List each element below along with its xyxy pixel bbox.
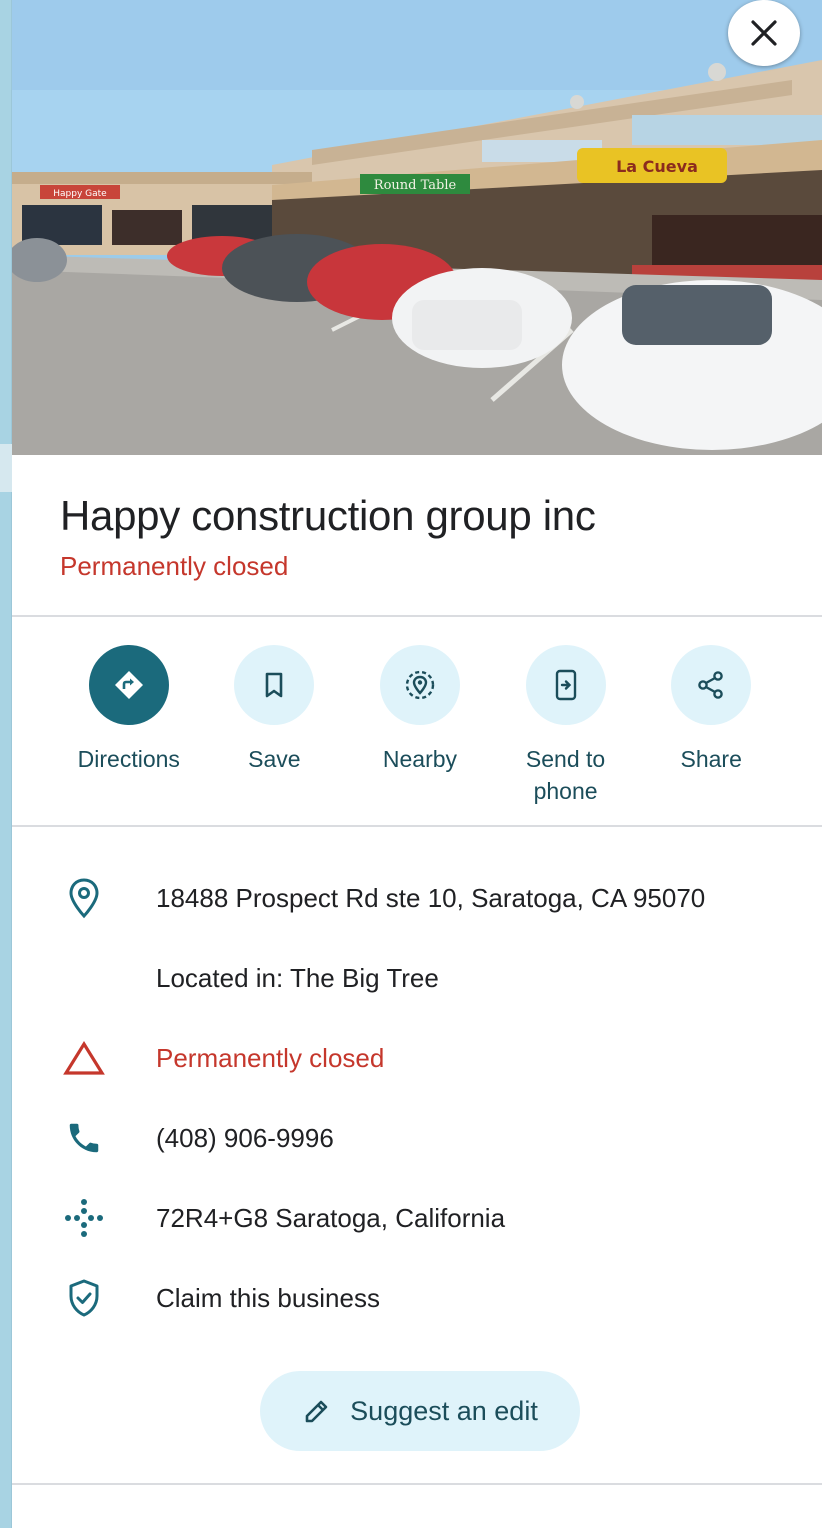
info-list: 18488 Prospect Rd ste 10, Saratoga, CA 9… [12,858,822,1338]
divider [12,825,822,827]
sign-happy-gate: Happy Gate [53,189,107,199]
place-panel: Happy Gate Round Table La Cueva Happy co… [12,0,822,1528]
divider [12,1483,822,1485]
action-bar: Directions Save Nearby Send to phone Sha… [12,645,822,807]
bookmark-icon [266,672,283,698]
send-to-phone-label: Send to phone [525,746,606,804]
close-button[interactable] [728,0,800,66]
closed-status: Permanently closed [60,551,289,581]
plus-code-icon [60,1194,108,1242]
directions-label: Directions [77,746,180,772]
closed-text: Permanently closed [156,1042,385,1073]
pencil-icon [305,1400,328,1423]
share-button[interactable]: Share [638,645,784,807]
map-edge [0,0,12,1528]
directions-button[interactable]: Directions [56,645,202,807]
warning-icon [60,1034,108,1082]
nearby-button[interactable]: Nearby [347,645,493,807]
nearby-icon [405,670,435,700]
send-to-phone-button[interactable]: Send to phone [493,645,639,807]
directions-icon [114,671,143,699]
shield-check-icon [60,1274,108,1322]
suggest-edit-button[interactable]: Suggest an edit [260,1371,580,1451]
share-label: Share [680,746,742,772]
map-fragment [0,444,12,492]
address-text: 18488 Prospect Rd ste 10, Saratoga, CA 9… [156,882,706,913]
closed-row: Permanently closed [12,1018,822,1098]
nearby-label: Nearby [382,746,458,772]
phone-row[interactable]: (408) 906-9996 [12,1098,822,1178]
claim-row[interactable]: Claim this business [12,1258,822,1338]
send-to-phone-icon [555,669,576,701]
located-in-row[interactable]: Located in: The Big Tree [12,938,822,1018]
close-icon [751,20,777,46]
save-button[interactable]: Save [202,645,348,807]
sign-round-table: Round Table [374,178,457,193]
save-circle [234,645,315,725]
location-pin-icon [60,874,108,922]
share-icon [698,671,723,699]
address-row[interactable]: 18488 Prospect Rd ste 10, Saratoga, CA 9… [12,858,822,938]
nearby-circle [379,645,460,725]
phone-text: (408) 906-9996 [156,1122,334,1153]
plus-code-row[interactable]: 72R4+G8 Saratoga, California [12,1178,822,1258]
send-to-phone-circle [525,645,606,725]
place-title: Happy construction group inc [60,492,596,539]
located-in-text: Located in: The Big Tree [156,962,439,993]
place-photo[interactable]: Happy Gate Round Table La Cueva [12,0,822,455]
plus-code-text: 72R4+G8 Saratoga, California [156,1202,506,1233]
street-view-image: Happy Gate Round Table La Cueva [12,0,822,455]
phone-icon [60,1114,108,1162]
sign-la-cueva: La Cueva [616,157,698,176]
share-circle [671,645,752,725]
save-label: Save [248,746,301,772]
suggest-edit-label: Suggest an edit [350,1395,538,1426]
claim-text: Claim this business [156,1282,380,1313]
directions-circle [88,645,169,725]
divider [12,615,822,617]
